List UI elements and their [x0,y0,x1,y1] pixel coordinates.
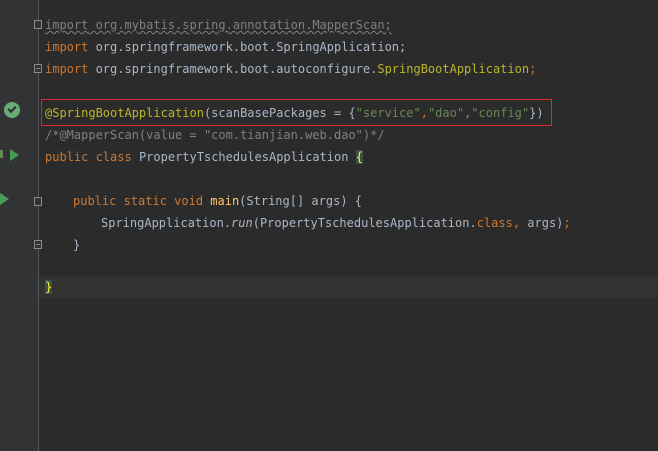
run-method: run [231,216,253,230]
semicolon: ; [563,216,571,230]
run-gutter-icon[interactable] [0,193,9,205]
close-brace: } [73,238,81,252]
code-editor[interactable]: import org.mybatis.spring.annotation.Map… [0,0,658,451]
import-path: org.springframework.boot.autoconfigure. [88,62,378,76]
editor-gutter[interactable] [0,0,42,451]
comma: , [512,216,521,230]
code-line-import-mapperscan[interactable]: import org.mybatis.spring.annotation.Map… [45,14,392,36]
public-keyword: public [45,150,89,164]
red-annotation-box [41,99,552,126]
spring-bean-icon[interactable] [4,102,20,118]
close-brace: } [45,280,53,294]
code-line-main-method[interactable]: public static void main(String[] args) { [73,190,362,212]
import-path: org.mybatis.spring.annotation.MapperScan… [88,18,392,32]
code-line-class-close[interactable]: } [45,276,53,298]
run-gutter-icon[interactable] [10,149,19,161]
code-line-run-call[interactable]: SpringApplication.run(PropertyTschedules… [101,212,571,234]
code-area[interactable]: import org.mybatis.spring.annotation.Map… [39,0,658,451]
block-comment: /*@MapperScan(value = "com.tianjian.web.… [45,128,385,142]
class-keyword: class [476,216,513,230]
code-line-comment[interactable]: /*@MapperScan(value = "com.tianjian.web.… [45,124,385,146]
method-name: main [203,194,240,208]
change-marker [0,150,3,158]
code-line-import-springapplication[interactable]: import org.springframework.boot.SpringAp… [45,36,406,58]
call-prefix: SpringApplication. [101,216,232,230]
import-keyword: import [45,40,89,54]
code-line-import-springbootapplication[interactable]: import org.springframework.boot.autoconf… [45,58,536,80]
import-keyword: import [45,62,89,76]
code-line-method-close[interactable]: } [73,234,80,256]
call-args-close: args) [520,216,564,230]
method-modifiers: public static void [73,194,204,208]
import-path: org.springframework.boot.SpringApplicati… [88,40,407,54]
class-keyword: class [88,150,132,164]
current-line-highlight [39,276,658,298]
method-params: (String[] args) { [239,194,362,208]
code-line-class-declaration[interactable]: public class PropertyTschedulesApplicati… [45,146,363,168]
open-brace: { [355,150,363,164]
import-keyword: import [45,18,89,32]
class-name: PropertyTschedulesApplication [131,150,356,164]
call-args-open: (PropertyTschedulesApplication. [252,216,477,230]
semicolon: ; [529,62,537,76]
import-class-name: SpringBootApplication [377,62,530,76]
